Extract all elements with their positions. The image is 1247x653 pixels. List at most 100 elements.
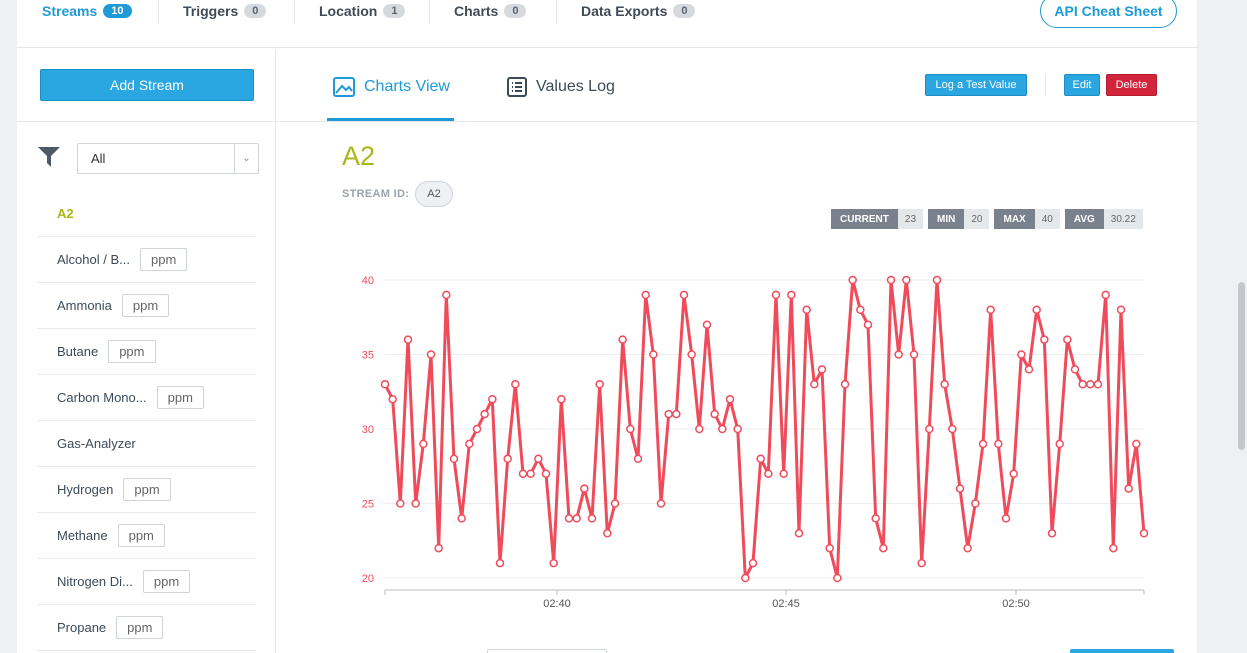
data-point [741,573,750,583]
data-point [388,394,397,404]
sidebar: Add Stream All ⌄ A2 Alcohol / B... ppm A… [17,49,276,653]
data-point [702,320,712,329]
data-point [633,454,643,464]
bottom-select[interactable] [487,649,607,653]
stream-unit-tag: ppm [139,248,188,271]
tab-charts[interactable]: Charts 0 [454,0,527,22]
data-point [572,514,581,523]
stream-unit-tag: ppm [108,340,156,363]
stream-unit-tag: ppm [116,616,164,639]
data-point [419,439,428,449]
data-point [672,409,681,419]
add-stream-button[interactable]: Add Stream [40,69,254,101]
data-point [495,558,505,568]
stream-item-label: Nitrogen Di... [57,574,133,589]
data-point [725,394,735,404]
data-point [380,380,390,389]
data-point [618,335,627,344]
data-point [1024,365,1034,374]
stream-unit-tag: ppm [117,524,165,547]
chevron-down-icon[interactable]: ⌄ [234,144,258,173]
data-point [802,305,811,315]
stream-item-label: Propane [57,620,107,635]
stream-unit-tag: ppm [121,294,170,317]
tab-data-exports[interactable]: Data Exports 0 [581,0,696,22]
tab-label: Data Exports [581,3,668,19]
data-point [1132,439,1141,449]
sidebar-divider [17,121,276,122]
stream-item-nitrogen-dioxide[interactable]: Nitrogen Di... ppm [37,559,256,605]
y-tick-label: 20 [362,573,374,585]
data-point [449,454,459,464]
data-point [833,573,842,583]
data-point [695,424,704,434]
data-point [1078,380,1087,389]
data-point [863,320,873,329]
stream-item-label: Hydrogen [57,482,114,497]
x-tick-label: 02:50 [1002,598,1030,610]
data-point [396,499,405,508]
tab-label: Streams [42,3,98,19]
x-tick-label: 02:40 [543,598,571,610]
data-point [595,380,604,389]
scrollbar[interactable] [1238,282,1245,450]
tab-divider [158,0,159,24]
stream-item-hydrogen[interactable]: Hydrogen ppm [37,467,256,513]
data-point [442,290,451,300]
data-point [1139,529,1149,538]
api-cheat-sheet-button[interactable]: API Cheat Sheet [1040,0,1177,28]
data-point [1047,529,1057,538]
data-point [848,275,857,285]
filter-select[interactable]: All ⌄ [77,143,259,174]
stream-item-gas-analyzer[interactable]: Gas-Analyzer [37,421,256,467]
data-point [1032,305,1041,315]
filter-icon[interactable] [38,147,60,167]
data-point [1070,365,1080,374]
top-tab-bar: Streams 10 Triggers 0 Location 1 Charts … [17,0,1197,48]
data-point [1009,469,1018,478]
data-point [503,454,512,464]
data-point [580,484,589,493]
stream-item-propane[interactable]: Propane ppm [37,605,256,651]
data-point [971,499,980,508]
tab-label: Triggers [183,3,239,19]
tab-count-badge: 10 [103,4,132,18]
tab-streams[interactable]: Streams 10 [42,0,132,22]
data-point [557,394,566,404]
stream-item-carbon-monoxide[interactable]: Carbon Mono... ppm [37,375,256,421]
stream-item-methane[interactable]: Methane ppm [37,513,256,559]
data-point [886,275,896,285]
data-point [978,439,988,449]
stream-item-a2[interactable]: A2 [37,191,256,237]
data-point [1109,543,1118,553]
data-point [986,305,995,315]
stream-item-butane[interactable]: Butane ppm [37,329,256,375]
bottom-button[interactable] [1070,649,1174,653]
y-tick-label: 35 [362,350,374,362]
data-point [902,275,911,285]
tab-location[interactable]: Location 1 [319,0,406,22]
data-point [825,543,834,553]
data-point [909,350,919,359]
stream-item-ammonia[interactable]: Ammonia ppm [37,283,256,329]
data-point [603,529,612,538]
stream-unit-tag: ppm [156,386,204,409]
data-point [1063,335,1072,344]
y-tick-label: 40 [362,275,374,287]
stream-item-alcohol[interactable]: Alcohol / B... ppm [37,237,256,283]
stream-item-label: A2 [57,206,74,221]
data-point [472,424,482,434]
tab-count-badge: 0 [504,4,527,18]
tab-triggers[interactable]: Triggers 0 [183,0,267,22]
stream-item-label: Butane [57,344,99,359]
stream-item-label: Gas-Analyzer [57,436,136,451]
data-point [511,380,520,389]
x-tick-label: 02:45 [772,598,800,610]
data-point [434,543,443,553]
data-point [710,409,719,419]
data-point [465,439,474,449]
data-point [457,514,466,523]
data-point [764,469,773,478]
data-point [779,469,788,478]
data-point [994,439,1003,449]
